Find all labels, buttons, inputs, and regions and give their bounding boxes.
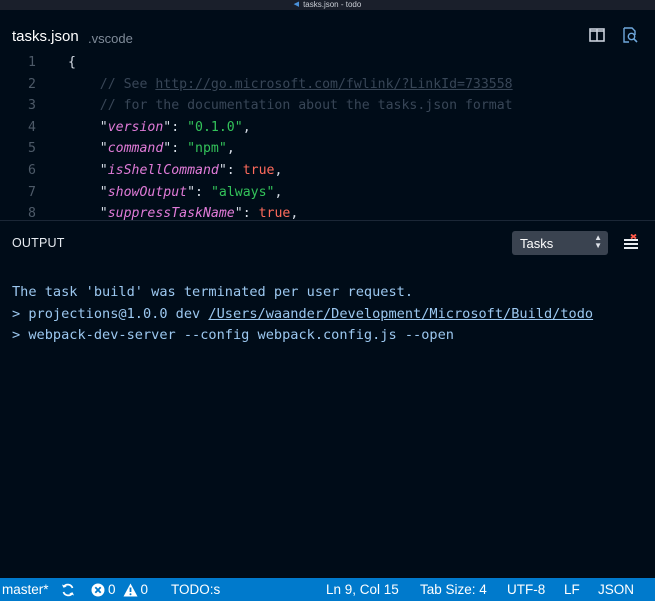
window-title: tasks.json - todo: [303, 0, 362, 9]
code-token-bool: true: [258, 206, 291, 220]
code-token-comment: // See: [68, 76, 156, 92]
code-line: 2 // See http://go.microsoft.com/fwlink/…: [0, 74, 655, 96]
line-number: 1: [28, 55, 36, 70]
sync-button[interactable]: [61, 582, 75, 598]
code-line: 5 "command": "npm",: [0, 138, 655, 160]
open-preview-button[interactable]: [621, 26, 639, 44]
code-text: {: [68, 52, 76, 74]
code-token-str: "0.1.0": [187, 119, 243, 135]
line-number: 6: [28, 163, 36, 178]
language-mode[interactable]: JSON: [598, 582, 634, 598]
code-token-str: "npm": [187, 141, 227, 157]
code-token-link[interactable]: http://go.microsoft.com/fwlink/?LinkId=7…: [155, 77, 512, 92]
code-text: "version": "0.1.0",: [68, 117, 251, 139]
line-number: 8: [28, 206, 36, 220]
code-token-punc: ": [68, 141, 108, 157]
line-number: 2: [28, 76, 36, 92]
encoding[interactable]: UTF-8: [507, 582, 545, 598]
code-line: 1{: [0, 52, 655, 74]
code-token-comment: // for the documentation about the tasks…: [68, 98, 513, 114]
code-token-key: showOutput: [107, 184, 188, 200]
code-token-punc: ":: [187, 184, 211, 200]
code-text: "isShellCommand": true,: [68, 160, 283, 182]
code-editor[interactable]: 1{2 // See http://go.microsoft.com/fwlin…: [0, 52, 655, 220]
clear-output-button[interactable]: [622, 233, 640, 252]
warning-icon: [123, 583, 138, 597]
code-token-punc: ,: [274, 163, 283, 178]
code-line: 3 // for the documentation about the tas…: [0, 95, 655, 117]
code-token-punc: ,: [290, 206, 299, 220]
select-arrows-icon: ▲ ▼: [594, 233, 602, 250]
code-token-key: command: [107, 141, 164, 157]
task-select-dropdown[interactable]: Tasks ▲ ▼: [512, 231, 608, 255]
output-line: The task 'build' was terminated per user…: [12, 282, 652, 304]
output-line-text: The task 'build' was terminated per user…: [12, 284, 414, 300]
split-editor-icon: [589, 28, 605, 42]
panel-divider[interactable]: [0, 220, 655, 221]
code-token-punc: ": [68, 119, 108, 135]
line-number: 5: [28, 141, 36, 157]
panel-title[interactable]: OUTPUT: [12, 236, 65, 250]
todo-indicator[interactable]: TODO:s: [171, 582, 220, 598]
line-number: 7: [28, 184, 36, 200]
status-bar: master* 0 0 TODO:s Ln 9, Col 15 Tab Size…: [0, 578, 655, 601]
line-number: 3: [28, 98, 36, 114]
clear-output-icon: [624, 233, 638, 249]
output-line: > webpack-dev-server --config webpack.co…: [12, 325, 652, 347]
git-branch[interactable]: master*: [2, 582, 49, 598]
code-token-bool: true: [242, 163, 275, 178]
code-token-punc: ":: [163, 119, 188, 135]
code-token-str: "always": [210, 184, 275, 200]
warning-count: 0: [140, 582, 149, 597]
code-text: "suppressTaskName": true,: [68, 203, 299, 220]
code-token-punc: ":: [218, 163, 243, 178]
output-line-text: > projections@1.0.0 dev: [12, 305, 209, 322]
task-select-value: Tasks: [520, 235, 554, 251]
editor-header: tasks.json .vscode: [0, 10, 655, 52]
sync-icon: [62, 583, 74, 597]
code-text: "showOutput": "always",: [68, 182, 283, 204]
error-icon: [91, 583, 105, 597]
code-token-punc: ,: [274, 184, 283, 200]
output-line: > projections@1.0.0 dev /Users/waander/D…: [12, 304, 652, 326]
line-number: 4: [28, 119, 36, 135]
tab-size[interactable]: Tab Size: 4: [420, 582, 487, 598]
problems-indicator[interactable]: 0 0: [91, 582, 148, 598]
editor-folder: .vscode: [88, 31, 133, 46]
editor-filename[interactable]: tasks.json: [12, 28, 79, 45]
end-of-line[interactable]: LF: [564, 582, 580, 598]
code-text: // See http://go.microsoft.com/fwlink/?L…: [68, 74, 513, 96]
code-line: 7 "showOutput": "always",: [0, 182, 655, 204]
code-token-punc: ":: [163, 141, 188, 157]
preview-search-icon: [623, 27, 638, 43]
vscode-file-icon: ◀: [293, 1, 300, 8]
code-token-key: version: [107, 119, 164, 135]
cursor-position[interactable]: Ln 9, Col 15: [326, 582, 399, 598]
code-text: // for the documentation about the tasks…: [68, 95, 513, 117]
code-token-punc: ,: [242, 119, 251, 135]
code-line: 8 "suppressTaskName": true,: [0, 203, 655, 220]
code-line: 6 "isShellCommand": true,: [0, 160, 655, 182]
code-token-punc: ": [68, 206, 108, 220]
window-titlebar: ◀ tasks.json - todo: [0, 0, 655, 10]
code-token-key: isShellCommand: [107, 163, 219, 178]
output-line-text: > webpack-dev-server --config webpack.co…: [12, 327, 454, 343]
split-editor-button[interactable]: [588, 26, 606, 44]
code-token-punc: ":: [234, 206, 259, 220]
output-path-link[interactable]: /Users/waander/Development/Microsoft/Bui…: [208, 306, 593, 322]
error-count: 0: [108, 582, 116, 597]
code-token-punc: ,: [226, 141, 235, 157]
code-token-key: suppressTaskName: [107, 206, 235, 220]
code-text: "command": "npm",: [68, 138, 235, 160]
code-token-punc: ": [68, 184, 108, 200]
code-line: 4 "version": "0.1.0",: [0, 117, 655, 139]
code-token-punc: ": [68, 163, 108, 178]
output-panel[interactable]: The task 'build' was terminated per user…: [12, 282, 652, 347]
code-token-punc: {: [68, 55, 76, 70]
